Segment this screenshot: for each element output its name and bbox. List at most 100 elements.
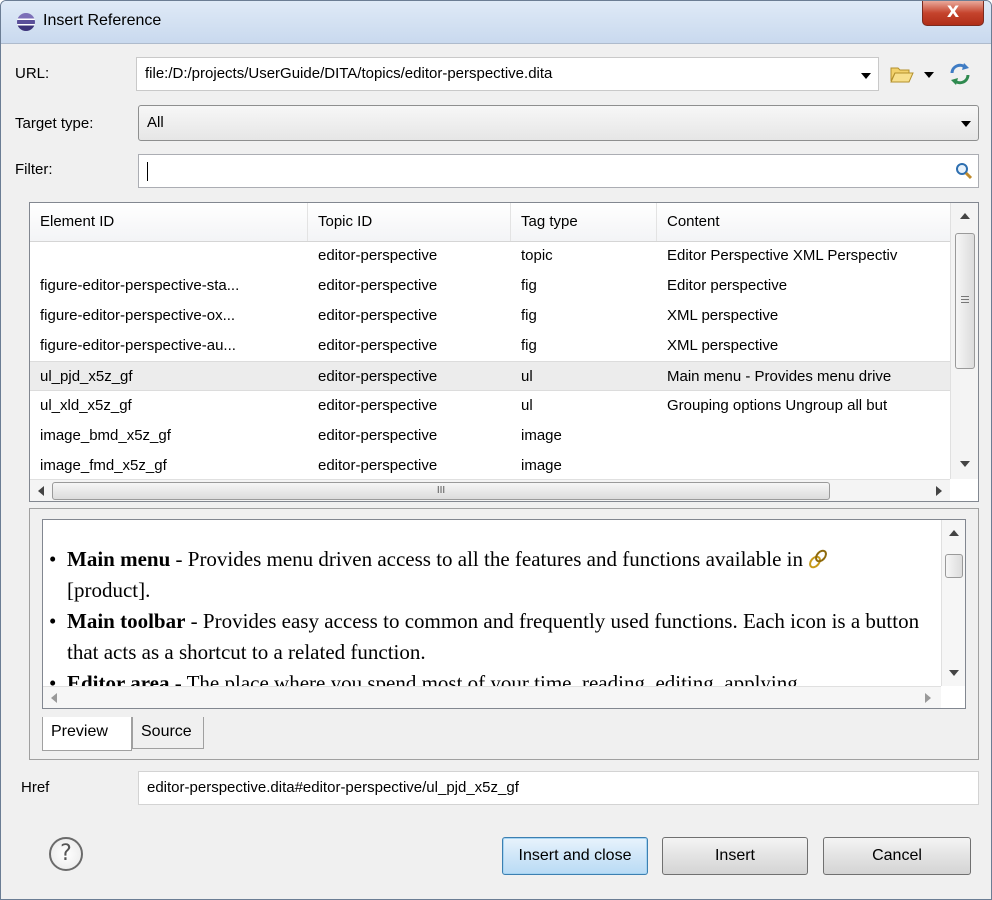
table-cell: Editor perspective [667, 277, 788, 294]
insert-button[interactable]: Insert [662, 837, 808, 875]
url-combo[interactable]: file:/D:/projects/UserGuide/DITA/topics/… [136, 57, 879, 91]
href-field[interactable]: editor-perspective.dita#editor-perspecti… [138, 771, 979, 805]
table-row[interactable]: ul_xld_x5z_gf editor-perspective ul Groupin… [30, 391, 950, 421]
preview-item-text: - Provides menu driven access to all the… [170, 547, 809, 571]
preview-vscroll-thumb[interactable] [945, 554, 963, 578]
table-cell: XML perspective [667, 337, 779, 354]
column-header-content[interactable]: Content [657, 203, 950, 241]
table-cell: XML perspective [667, 307, 779, 324]
preview-term: Main toolbar [67, 609, 186, 633]
tab-preview[interactable]: Preview [42, 717, 132, 751]
insert-reference-dialog: Insert Reference X URL: file:/D:/project… [0, 0, 992, 900]
table-row[interactable]: ul_pjd_x5z_gf editor-perspective ul Main me… [30, 361, 950, 391]
filter-input[interactable] [138, 154, 979, 188]
table-row[interactable]: editor-perspective topic Editor Perspectiv… [30, 241, 950, 271]
table-row[interactable]: image_fmd_x5z_gf editor-perspective image [30, 451, 950, 481]
bullet: • [49, 547, 57, 571]
preview-panel: • Main menu - Provides menu driven access… [29, 508, 979, 760]
url-label: URL: [15, 65, 50, 82]
table-hscroll-thumb[interactable]: III [52, 482, 830, 500]
column-header-element-id[interactable]: Element ID [30, 203, 308, 241]
table-row[interactable]: figure-editor-perspective-ox... editor-pe… [30, 301, 950, 331]
table-cell: editor-perspective [318, 307, 438, 324]
table-cell: figure-editor-perspective-au... [40, 337, 236, 354]
target-type-select[interactable]: All [138, 105, 979, 141]
close-button[interactable]: X [922, 1, 984, 26]
scroll-up-arrow-icon[interactable] [960, 213, 970, 219]
grip-icon [961, 296, 969, 297]
preview-item: • Main toolbar - Provides easy access to … [49, 606, 939, 668]
table-cell: fig [521, 337, 537, 354]
help-icon[interactable]: ? [49, 837, 83, 871]
column-header-tag-type[interactable]: Tag type [511, 203, 657, 241]
table-cell: editor-perspective [318, 337, 438, 354]
url-value: file:/D:/projects/UserGuide/DITA/topics/… [145, 65, 553, 82]
preview-vertical-scrollbar[interactable] [941, 520, 965, 686]
eclipse-icon [17, 13, 35, 31]
table-vscroll-thumb[interactable] [955, 233, 975, 369]
table-cell: image [521, 457, 562, 474]
table-cell: topic [521, 247, 553, 264]
table-cell: figure-editor-perspective-sta... [40, 277, 240, 294]
scroll-up-arrow-icon[interactable] [949, 530, 959, 536]
table-cell: ul_xld_x5z_gf [40, 397, 132, 414]
table-row[interactable]: figure-editor-perspective-au... editor-pe… [30, 331, 950, 361]
preview-content: • Main menu - Provides menu driven access… [42, 519, 966, 709]
open-menu-chevron-icon[interactable] [924, 72, 934, 78]
chevron-down-icon [961, 121, 971, 127]
table-cell: image_bmd_x5z_gf [40, 427, 171, 444]
reference-table: Element ID Topic ID Tag type Content edi… [29, 202, 979, 502]
table-vertical-scrollbar[interactable] [950, 203, 978, 479]
preview-item-extra: [product]. [67, 578, 151, 602]
link-icon[interactable] [808, 549, 828, 569]
table-cell: ul [521, 397, 533, 414]
text-cursor [147, 162, 148, 181]
table-cell: fig [521, 307, 537, 324]
href-label: Href [21, 779, 50, 796]
table-cell: figure-editor-perspective-ox... [40, 307, 236, 324]
preview-item-text: - Provides easy access to common and fre… [67, 609, 920, 664]
table-header: Element ID Topic ID Tag type Content [30, 203, 950, 242]
table-cell: fig [521, 277, 537, 294]
preview-horizontal-scrollbar[interactable] [43, 686, 941, 708]
href-value: editor-perspective.dita#editor-perspecti… [147, 779, 519, 796]
bullet: • [49, 609, 57, 633]
table-cell: image [521, 427, 562, 444]
table-horizontal-scrollbar[interactable]: III [30, 479, 950, 501]
table-row[interactable]: image_bmd_x5z_gf editor-perspective image [30, 421, 950, 451]
column-header-topic-id[interactable]: Topic ID [308, 203, 511, 241]
preview-text: • Main menu - Provides menu driven access… [49, 544, 939, 699]
table-cell: editor-perspective [318, 247, 438, 264]
filter-label: Filter: [15, 161, 53, 178]
scroll-left-arrow-icon[interactable] [38, 486, 44, 496]
table-cell: ul [521, 368, 533, 385]
cancel-button[interactable]: Cancel [823, 837, 971, 875]
window-title: Insert Reference [43, 12, 162, 29]
table-row[interactable]: figure-editor-perspective-sta... editor-p… [30, 271, 950, 301]
table-cell: editor-perspective [318, 427, 438, 444]
scroll-right-arrow-icon[interactable] [936, 486, 942, 496]
insert-and-close-button[interactable]: Insert and close [502, 837, 648, 875]
table-cell [30, 241, 308, 271]
reload-icon[interactable] [947, 61, 973, 87]
scroll-down-arrow-icon[interactable] [949, 670, 959, 676]
table-cell: Main menu - Provides menu drive [667, 368, 892, 385]
target-type-value: All [147, 114, 164, 131]
table-cell: ul_pjd_x5z_gf [40, 368, 133, 385]
table-cell: editor-perspective [318, 277, 438, 294]
scroll-right-arrow-icon[interactable] [925, 693, 931, 703]
tab-source[interactable]: Source [132, 717, 204, 749]
scroll-left-arrow-icon[interactable] [51, 693, 57, 703]
preview-term: Main menu [67, 547, 171, 571]
table-cell [657, 451, 950, 481]
title-bar: Insert Reference X [1, 1, 991, 44]
scroll-down-arrow-icon[interactable] [960, 461, 970, 467]
table-cell: Editor Perspective XML Perspectiv [667, 247, 898, 264]
table-cell: image_fmd_x5z_gf [40, 457, 167, 474]
folder-open-icon[interactable] [889, 63, 915, 85]
preview-item: • Main menu - Provides menu driven access… [49, 544, 939, 606]
search-icon[interactable] [955, 162, 973, 180]
target-type-label: Target type: [15, 115, 94, 132]
table-cell: editor-perspective [318, 457, 438, 474]
chevron-down-icon [861, 73, 871, 79]
